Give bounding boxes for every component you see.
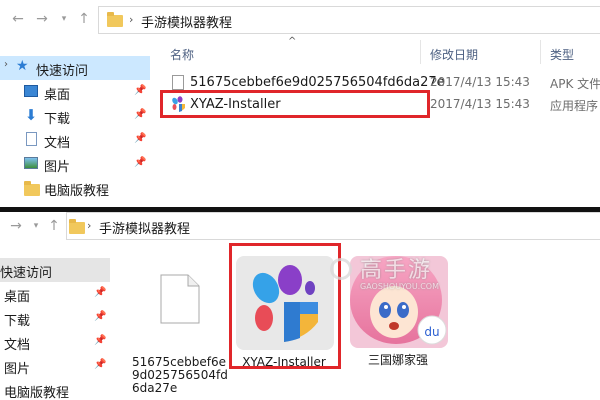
sidebar-item-documents[interactable]: 文档 📌 <box>0 128 150 152</box>
pin-icon: 📌 <box>134 133 147 144</box>
document-icon <box>26 132 37 146</box>
column-header-type[interactable]: 类型 <box>550 46 574 70</box>
sidebar-item-pictures[interactable]: 图片 📌 <box>0 354 110 378</box>
sidebar-item-label: 快速访问 <box>36 64 89 79</box>
sidebar-item-label: 文档 <box>4 338 31 353</box>
sidebar-item-pc-tutorials[interactable]: 电脑版教程 <box>0 378 110 400</box>
forward-arrow-icon[interactable]: → <box>34 11 50 27</box>
file-icon <box>172 75 184 90</box>
file-type: 应用程序 <box>550 99 599 113</box>
sidebar-item-desktop[interactable]: 桌面 📌 <box>0 282 110 306</box>
up-arrow-icon[interactable]: ↑ <box>46 218 62 234</box>
watermark-site: GAOSHOUYOU.COM <box>360 282 440 291</box>
recent-locations-chevron-icon[interactable]: ▾ <box>28 218 44 234</box>
top-explorer-window: ← → ▾ ↑ › 手游模拟器教程 › ★ 快速访问 桌面 📌 ⬇ 下载 📌 文… <box>0 0 600 212</box>
desktop-icon <box>24 85 38 97</box>
file-date: 2017/4/13 15:43 <box>430 75 530 89</box>
watermark-logo-icon <box>330 258 352 280</box>
sidebar-item-desktop[interactable]: 桌面 📌 <box>0 80 150 104</box>
folder-icon <box>24 181 40 196</box>
sidebar-item-quick-access[interactable]: › ★ 快速访问 <box>0 56 150 80</box>
top-address-bar: ← → ▾ ↑ › 手游模拟器教程 <box>0 0 600 40</box>
watermark-brand: 高手游 <box>360 258 433 283</box>
bottom-address-bar: → ▾ ↑ › 手游模拟器教程 <box>0 212 600 246</box>
pin-icon: 📌 <box>94 287 107 298</box>
highlight-box <box>229 243 341 369</box>
pin-icon: 📌 <box>94 359 107 370</box>
file-type: APK 文件 <box>550 77 600 91</box>
picture-icon <box>24 157 38 169</box>
pin-icon: 📌 <box>94 335 107 346</box>
expand-chevron-icon[interactable]: › <box>4 59 8 70</box>
file-tile-name: 三国娜家强 <box>367 353 428 367</box>
svg-text:du: du <box>424 325 439 339</box>
breadcrumb-separator-icon: › <box>87 219 92 232</box>
navigation-pane: › ★ 快速访问 桌面 📌 ⬇ 下载 📌 文档 📌 图片 📌 电脑版教程 <box>0 40 150 212</box>
sidebar-item-documents[interactable]: 文档 📌 <box>0 330 110 354</box>
pin-icon: 📌 <box>134 109 147 120</box>
back-arrow-icon[interactable]: ← <box>10 11 26 27</box>
address-box[interactable]: › 手游模拟器教程 <box>98 6 600 34</box>
star-icon: ★ <box>16 58 29 74</box>
sidebar-item-downloads[interactable]: 下载 📌 <box>0 306 110 330</box>
file-name: 51675cebbef6e9d025756504fd6da27e <box>190 75 445 90</box>
address-box[interactable]: › 手游模拟器教程 <box>66 212 600 240</box>
pin-icon: 📌 <box>134 157 147 168</box>
recent-locations-chevron-icon[interactable]: ▾ <box>56 11 72 27</box>
sidebar-item-downloads[interactable]: ⬇ 下载 📌 <box>0 104 150 128</box>
sidebar-item-label: 电脑版教程 <box>4 386 70 400</box>
sidebar-item-label: 下载 <box>4 314 31 329</box>
column-divider[interactable] <box>540 40 541 64</box>
breadcrumb-folder[interactable]: 手游模拟器教程 <box>99 218 190 237</box>
sidebar-item-label: 图片 <box>4 362 31 377</box>
highlight-box <box>160 90 430 118</box>
pin-icon: 📌 <box>94 311 107 322</box>
sidebar-item-quick-access[interactable]: 快速访问 <box>0 258 110 282</box>
watermark: 高手游 GAOSHOUYOU.COM <box>330 252 460 298</box>
sort-ascending-icon: ^ <box>288 36 297 47</box>
sidebar-item-label: 下载 <box>44 112 71 127</box>
sidebar-item-label: 图片 <box>44 160 71 175</box>
sidebar-item-pc-tutorials[interactable]: 电脑版教程 <box>0 176 150 200</box>
bottom-explorer-window: → ▾ ↑ › 手游模拟器教程 快速访问 桌面 📌 下载 📌 文档 📌 图片 📌 <box>0 212 600 400</box>
sidebar-item-label: 快速访问 <box>0 266 53 281</box>
breadcrumb-separator-icon: › <box>129 13 134 26</box>
blank-file-icon <box>160 274 200 324</box>
up-arrow-icon[interactable]: ↑ <box>76 11 92 27</box>
breadcrumb-folder[interactable]: 手游模拟器教程 <box>141 12 232 31</box>
file-tile[interactable]: 51675cebbef6e9d025756504fd6da27e <box>128 250 232 400</box>
navigation-pane: 快速访问 桌面 📌 下载 📌 文档 📌 图片 📌 电脑版教程 <box>0 252 110 400</box>
sidebar-item-label: 桌面 <box>44 88 71 103</box>
folder-icon <box>107 12 123 27</box>
pin-icon: 📌 <box>134 85 147 96</box>
file-date: 2017/4/13 15:43 <box>430 97 530 111</box>
sidebar-item-pictures[interactable]: 图片 📌 <box>0 152 150 176</box>
folder-icon <box>69 219 85 234</box>
sidebar-item-label: 文档 <box>44 136 71 151</box>
column-header-date[interactable]: 修改日期 <box>430 46 478 70</box>
column-divider[interactable] <box>420 40 421 64</box>
download-icon: ⬇ <box>24 106 38 124</box>
sidebar-item-label: 电脑版教程 <box>44 184 110 199</box>
sidebar-item-label: 桌面 <box>4 290 31 305</box>
forward-arrow-icon[interactable]: → <box>8 218 24 234</box>
column-header-name[interactable]: 名称 <box>170 46 194 70</box>
file-tile-name: 51675cebbef6e9d025756504fd6da27e <box>132 355 228 395</box>
